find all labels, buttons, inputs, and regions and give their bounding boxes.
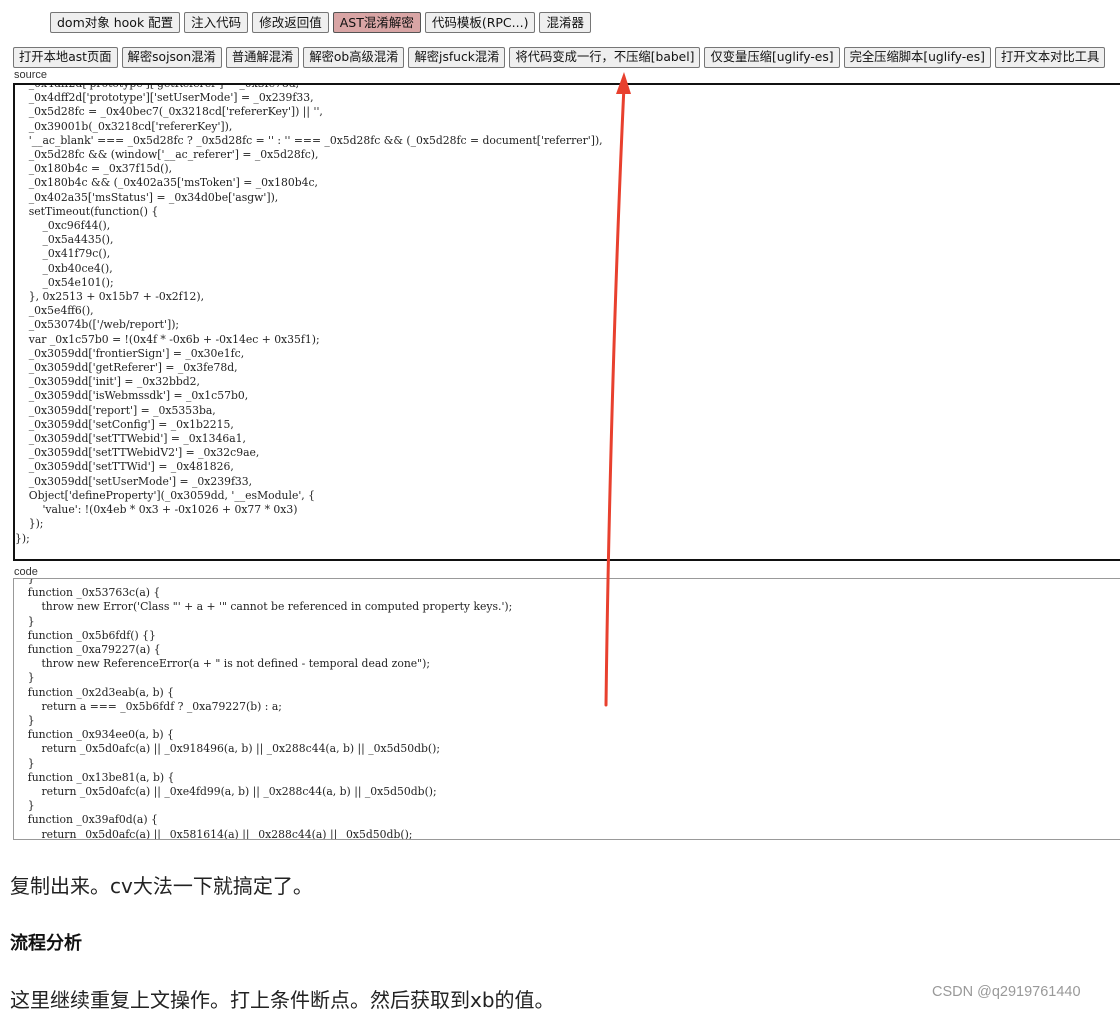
- modify-return-button[interactable]: 修改返回值: [252, 12, 329, 33]
- obfuscator-button[interactable]: 混淆器: [539, 12, 591, 33]
- decrypt-jsfuck-button[interactable]: 解密jsfuck混淆: [408, 47, 506, 68]
- article-paragraph-2: 这里继续重复上文操作。打上条件断点。然后获取到xb的值。: [10, 988, 555, 1012]
- code-label: code: [14, 566, 38, 578]
- inject-code-button[interactable]: 注入代码: [184, 12, 249, 33]
- ast-toolbar: 打开本地ast页面 解密sojson混淆 普通解混淆 解密ob高级混淆 解密js…: [13, 47, 1106, 68]
- code-output-text: } function _0x53763c(a) { throw new Erro…: [27, 578, 513, 840]
- full-compress-button[interactable]: 完全压缩脚本[uglify-es]: [843, 47, 991, 68]
- open-diff-tool-button[interactable]: 打开文本对比工具: [994, 47, 1106, 68]
- variable-compress-button[interactable]: 仅变量压缩[uglify-es]: [704, 47, 840, 68]
- code-template-button[interactable]: 代码模板(RPC...): [424, 12, 536, 33]
- decrypt-ob-advanced-button[interactable]: 解密ob高级混淆: [303, 47, 405, 68]
- csdn-watermark: CSDN @q2919761440: [932, 984, 1081, 1000]
- article-heading: 流程分析: [10, 933, 82, 954]
- code-textarea[interactable]: } function _0x53763c(a) { throw new Erro…: [13, 578, 1120, 840]
- article-paragraph-1: 复制出来。cv大法一下就搞定了。: [10, 874, 313, 898]
- open-local-ast-button[interactable]: 打开本地ast页面: [13, 47, 118, 68]
- source-label: source: [14, 69, 48, 81]
- source-code-text: _0x4dff2d['prototype']['getReferer'] = _…: [15, 83, 603, 545]
- top-toolbar: dom对象 hook 配置 注入代码 修改返回值 AST混淆解密 代码模板(RP…: [50, 12, 591, 33]
- ast-deobfuscate-tab-button[interactable]: AST混淆解密: [332, 12, 421, 33]
- normal-deobfuscate-button[interactable]: 普通解混淆: [225, 47, 300, 68]
- source-textarea[interactable]: _0x4dff2d['prototype']['getReferer'] = _…: [13, 83, 1120, 561]
- one-line-babel-button[interactable]: 将代码变成一行，不压缩[babel]: [509, 47, 701, 68]
- decrypt-sojson-button[interactable]: 解密sojson混淆: [121, 47, 222, 68]
- dom-hook-config-button[interactable]: dom对象 hook 配置: [50, 12, 181, 33]
